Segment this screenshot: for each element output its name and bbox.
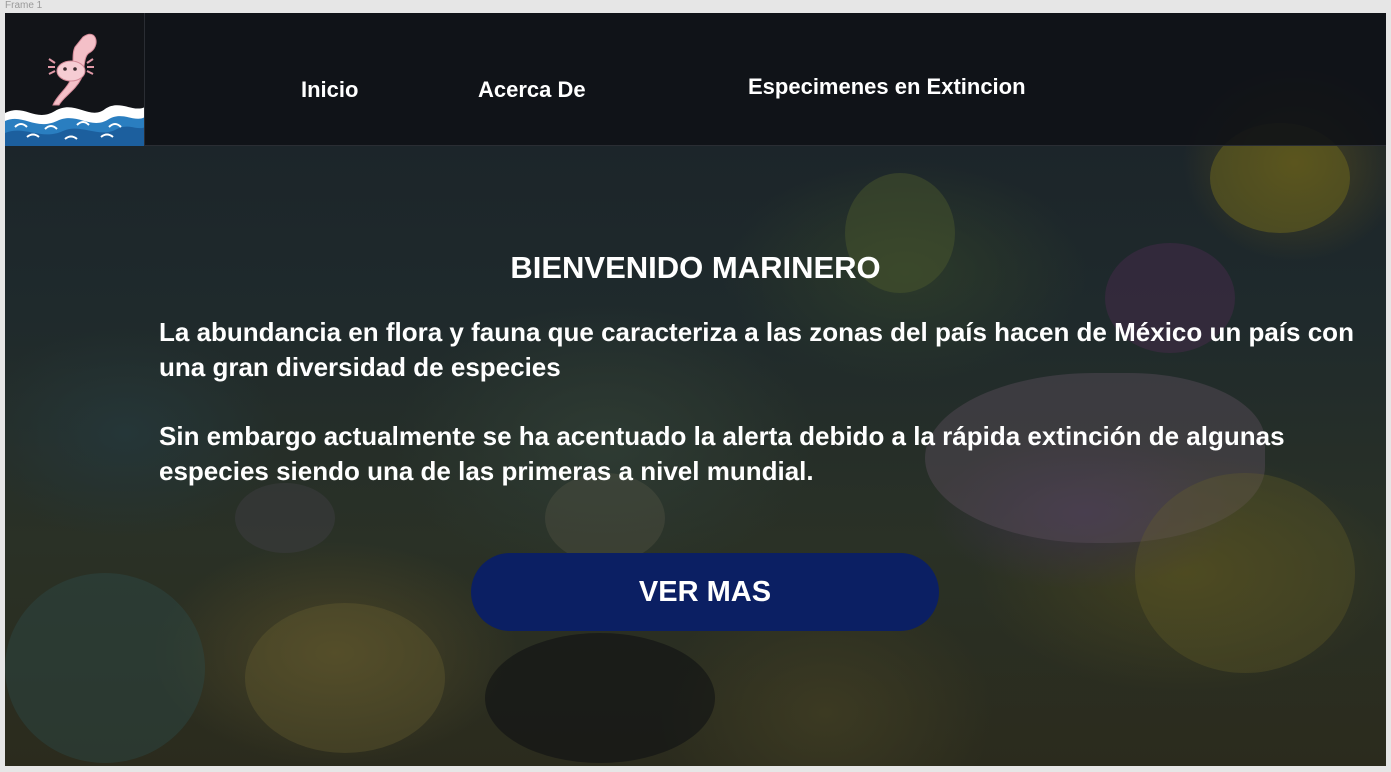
axolotl-wave-logo-icon bbox=[5, 33, 144, 146]
background-coral-shape bbox=[245, 603, 445, 753]
background-coral-shape bbox=[5, 573, 205, 763]
hero-paragraph-2: Sin embargo actualmente se ha acentuado … bbox=[159, 421, 1285, 486]
frame-label: Frame 1 bbox=[5, 0, 43, 11]
background-fish-shape bbox=[485, 633, 715, 763]
nav-link-especimenes[interactable]: Especimenes en Extincion bbox=[748, 74, 1026, 100]
hero-paragraph-1: La abundancia en flora y fauna que carac… bbox=[159, 317, 1354, 382]
top-navbar: Inicio Acerca De Especimenes en Extincio… bbox=[5, 13, 1386, 146]
logo[interactable] bbox=[5, 13, 145, 146]
nav-link-inicio[interactable]: Inicio bbox=[301, 77, 358, 103]
hero-title: BIENVENIDO MARINERO bbox=[510, 250, 881, 285]
background-coral-shape bbox=[1135, 473, 1355, 673]
nav-link-acerca-de[interactable]: Acerca De bbox=[478, 77, 586, 103]
page-frame: Inicio Acerca De Especimenes en Extincio… bbox=[5, 13, 1386, 766]
ver-mas-button[interactable]: VER MAS bbox=[471, 553, 939, 631]
background-fish-shape bbox=[235, 483, 335, 553]
